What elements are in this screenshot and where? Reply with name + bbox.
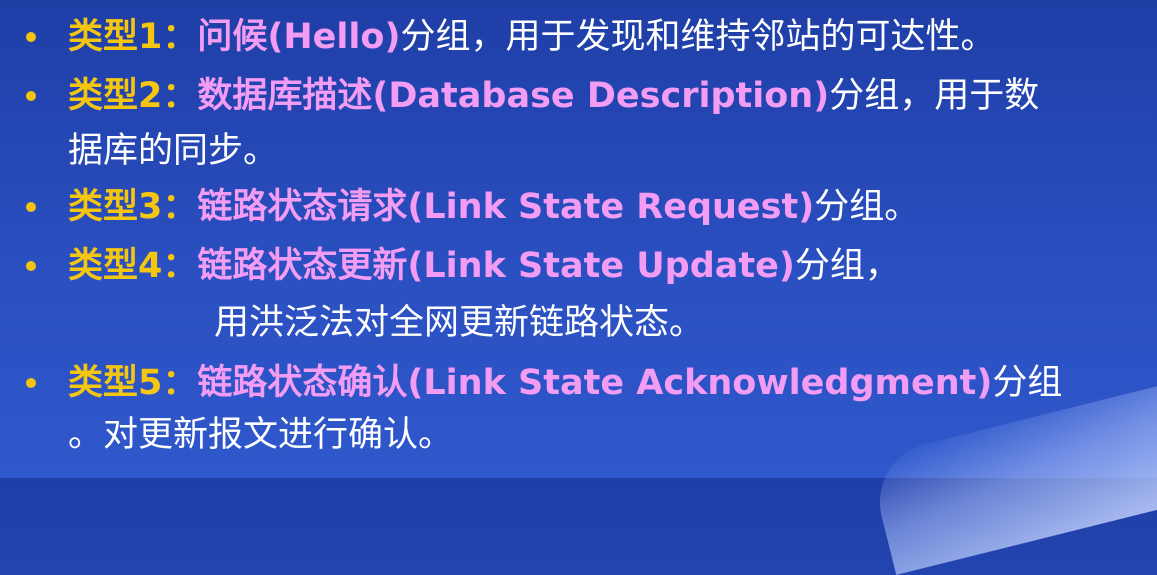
colon: ： (162, 76, 198, 116)
colon: ： (162, 17, 198, 57)
description-continued: 据库的同步。 (68, 131, 279, 171)
bullet-icon (26, 261, 36, 271)
bullet-icon (26, 91, 36, 101)
description-continued: 用洪泛法对全网更新链路状态。 (214, 303, 705, 343)
list-item-continuation: 用洪泛法对全网更新链路状态。 (214, 302, 704, 344)
packet-name: 数据库描述(Database Description) (197, 76, 830, 116)
type-label: 类型5 (68, 363, 163, 403)
decorative-corner-sweep (867, 381, 1157, 575)
list-item-line: 类型5：链路状态确认(Link State Acknowledgment)分组 (68, 362, 1062, 404)
list-item-line: 类型2：数据库描述(Database Description)分组，用于数 (68, 75, 1039, 117)
type-label: 类型2 (68, 76, 163, 116)
colon: ： (162, 187, 198, 227)
description: 分组 (992, 363, 1063, 403)
type-label: 类型1 (68, 17, 163, 57)
packet-name: 链路状态更新(Link State Update) (197, 246, 795, 286)
bullet-icon (26, 378, 36, 388)
description-continued: 。对更新报文进行确认。 (68, 415, 454, 455)
type-label: 类型4 (68, 246, 163, 286)
list-item-continuation: 据库的同步。 (68, 130, 278, 172)
description: 分组， (794, 246, 900, 286)
type-label: 类型3 (68, 187, 163, 227)
bullet-icon (26, 32, 36, 42)
packet-name: 链路状态请求(Link State Request) (197, 187, 815, 227)
list-item-line: 类型4：链路状态更新(Link State Update)分组， (68, 245, 900, 287)
list-item-line: 类型3：链路状态请求(Link State Request)分组。 (68, 186, 919, 228)
description: 分组，用于数 (829, 76, 1040, 116)
description: 分组，用于发现和维持邻站的可达性。 (400, 17, 996, 57)
list-item-continuation: 。对更新报文进行确认。 (68, 414, 453, 456)
description: 分组。 (814, 187, 920, 227)
colon: ： (162, 246, 198, 286)
packet-name: 链路状态确认(Link State Acknowledgment) (197, 363, 993, 403)
colon: ： (162, 363, 198, 403)
bullet-icon (26, 202, 36, 212)
list-item-line: 类型1：问候(Hello)分组，用于发现和维持邻站的可达性。 (68, 16, 995, 58)
packet-name: 问候(Hello) (197, 17, 401, 57)
slide: 类型1：问候(Hello)分组，用于发现和维持邻站的可达性。 类型2：数据库描述… (0, 0, 1157, 575)
